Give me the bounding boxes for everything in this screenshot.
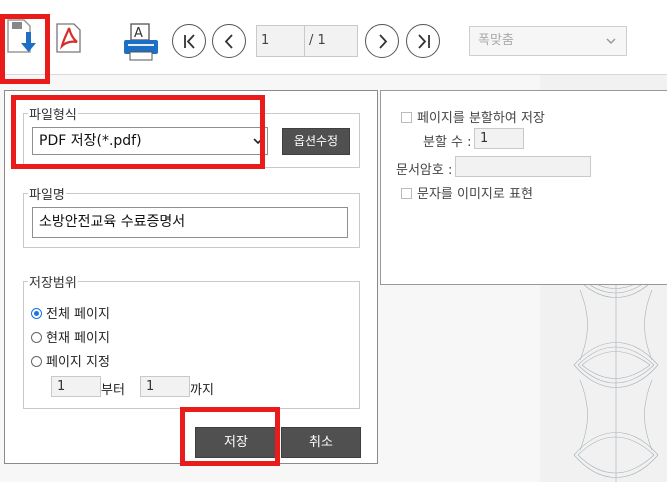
text-as-image-label: 문자를 이미지로 표현 — [417, 187, 533, 202]
split-pages-checkbox-row[interactable]: 페이지를 분할하여 저장 — [401, 107, 545, 126]
radio-label: 페이지 지정 — [46, 355, 110, 370]
last-page-icon — [418, 34, 430, 49]
save-dialog: 파일형식 PDF 저장(*.pdf) 옵션수정 파일명 소방안전교육 수료증명서… — [4, 90, 378, 464]
print-icon[interactable]: A — [122, 22, 162, 62]
radio-label: 현재 페이지 — [46, 331, 110, 346]
text-as-image-checkbox[interactable] — [401, 188, 412, 199]
text-as-image-checkbox-row[interactable]: 문자를 이미지로 표현 — [401, 183, 533, 202]
file-format-legend: 파일형식 — [29, 108, 77, 123]
prev-page-button[interactable] — [212, 24, 246, 58]
cancel-button[interactable]: 취소 — [281, 427, 361, 458]
range-from-input[interactable]: 1 — [51, 376, 101, 397]
range-from-label: 부터 — [101, 383, 125, 398]
first-page-button[interactable] — [172, 24, 206, 58]
radio-page-range[interactable]: 페이지 지정 — [31, 351, 110, 370]
save-download-icon[interactable] — [6, 18, 38, 58]
file-name-legend: 파일명 — [29, 188, 65, 203]
viewer-toolbar: A 1 / 1 폭맞춤 — [0, 0, 667, 75]
file-name-input[interactable]: 소방안전교육 수료증명서 — [32, 207, 348, 238]
save-button[interactable]: 저장 — [195, 427, 277, 458]
zoom-select[interactable]: 폭맞춤 — [469, 26, 627, 56]
save-range-legend: 저장범위 — [29, 276, 77, 291]
next-page-button[interactable] — [365, 24, 399, 58]
split-pages-checkbox[interactable] — [401, 112, 412, 123]
current-page-input[interactable]: 1 — [256, 25, 306, 57]
radio-button[interactable] — [31, 332, 42, 343]
zoom-select-value: 폭맞춤 — [478, 33, 514, 48]
file-format-select[interactable]: PDF 저장(*.pdf) — [32, 127, 268, 155]
doc-password-label: 문서암호 : — [396, 163, 453, 178]
first-page-icon — [184, 34, 195, 49]
pdf-icon[interactable] — [54, 20, 84, 56]
radio-current-page[interactable]: 현재 페이지 — [31, 327, 110, 346]
radio-label: 전체 페이지 — [46, 307, 110, 322]
total-pages-display: / 1 — [304, 25, 358, 57]
doc-password-input[interactable] — [455, 156, 591, 177]
chevron-down-icon — [606, 38, 616, 45]
range-to-label: 까지 — [190, 383, 214, 398]
edit-options-button[interactable]: 옵션수정 — [282, 128, 350, 155]
split-count-input[interactable]: 1 — [474, 128, 524, 149]
radio-button[interactable] — [31, 308, 42, 319]
radio-button[interactable] — [31, 356, 42, 367]
prev-page-icon — [224, 34, 233, 49]
split-count-label: 분할 수 : — [423, 135, 472, 150]
next-page-icon — [379, 34, 388, 49]
svg-text:A: A — [134, 26, 143, 41]
file-format-selected: PDF 저장(*.pdf) — [39, 133, 142, 149]
range-to-input[interactable]: 1 — [140, 376, 190, 397]
split-pages-label: 페이지를 분할하여 저장 — [417, 111, 545, 126]
chevron-down-icon — [253, 138, 263, 145]
last-page-button[interactable] — [406, 24, 440, 58]
radio-all-pages[interactable]: 전체 페이지 — [31, 303, 110, 322]
pdf-options-panel: 페이지를 분할하여 저장 분할 수 : 1 문서암호 : 문자를 이미지로 표현 — [380, 90, 667, 285]
